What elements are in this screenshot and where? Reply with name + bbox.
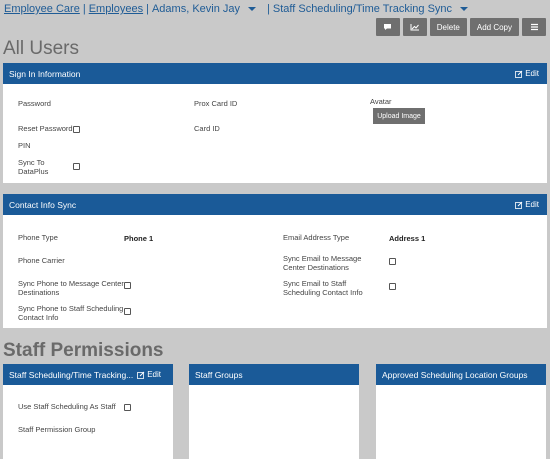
staff-groups-panel-title: Staff Groups — [195, 369, 243, 380]
breadcrumb-employee-name: Adams, Kevin Jay — [151, 3, 241, 15]
sync-email-staff-scheduling-checkbox[interactable] — [389, 283, 396, 290]
sign-in-edit-button[interactable]: Edit — [515, 69, 539, 78]
sync-email-message-center-label: Sync Email to Message Center Destination… — [283, 254, 362, 272]
phone-carrier-label: Phone Carrier — [18, 256, 65, 265]
card-id-label: Card ID — [194, 124, 220, 133]
contact-edit-label: Edit — [525, 200, 539, 209]
sync-email-staff-scheduling-label: Sync Email to Staff Scheduling Contact I… — [283, 279, 363, 297]
comment-icon — [384, 24, 392, 30]
delete-button[interactable]: Delete — [429, 18, 467, 36]
sign-in-panel: Sign In Information Edit Password Reset … — [3, 63, 547, 183]
sign-in-panel-title: Sign In Information — [9, 68, 81, 79]
edit-icon — [515, 201, 523, 209]
approved-groups-panel-header: Approved Scheduling Location Groups — [376, 364, 546, 385]
staff-scheduling-panel-title: Staff Scheduling/Time Tracking... — [9, 369, 134, 380]
contact-info-panel-title: Contact Info Sync — [9, 199, 77, 210]
prox-card-id-label: Prox Card ID — [194, 99, 238, 108]
contact-info-panel: Contact Info Sync Edit Phone Type Phone … — [3, 194, 547, 328]
sync-to-dataplus-label: Sync To DataPlus — [18, 158, 49, 176]
use-staff-scheduling-checkbox[interactable] — [124, 404, 131, 411]
breadcrumb-separator: | — [267, 3, 270, 15]
sync-phone-message-center-checkbox[interactable] — [124, 282, 131, 289]
sign-in-edit-label: Edit — [525, 69, 539, 78]
sync-phone-staff-scheduling-checkbox[interactable] — [124, 308, 131, 315]
staff-scheduling-panel-header: Staff Scheduling/Time Tracking... Edit — [3, 364, 173, 385]
sync-to-dataplus-checkbox[interactable] — [73, 163, 80, 170]
breadcrumb-employees[interactable]: Employees — [89, 3, 143, 15]
chart-icon — [410, 24, 419, 31]
staff-scheduling-edit-label: Edit — [147, 370, 161, 379]
contact-edit-button[interactable]: Edit — [515, 200, 539, 209]
contact-info-panel-header: Contact Info Sync Edit — [3, 194, 547, 215]
breadcrumb: Employee Care | Employees | Adams, Kevin… — [4, 1, 476, 17]
approved-groups-panel: Approved Scheduling Location Groups — [376, 364, 546, 459]
phone-type-value: Phone 1 — [124, 234, 154, 243]
breadcrumb-separator: | — [146, 3, 149, 15]
avatar-label: Avatar — [370, 97, 392, 106]
breadcrumb-employee-care[interactable]: Employee Care — [4, 3, 80, 15]
staff-permission-group-label: Staff Permission Group — [18, 425, 96, 434]
email-type-value: Address 1 — [389, 234, 426, 243]
sync-email-message-center-checkbox[interactable] — [389, 258, 396, 265]
staff-groups-panel-header: Staff Groups — [189, 364, 359, 385]
upload-image-button[interactable]: Upload Image — [373, 108, 425, 124]
use-staff-scheduling-label: Use Staff Scheduling As Staff — [18, 402, 116, 411]
approved-groups-panel-title: Approved Scheduling Location Groups — [382, 369, 528, 380]
toolbar: Delete Add Copy — [375, 18, 546, 36]
breadcrumb-current-page: Staff Scheduling/Time Tracking Sync — [272, 3, 453, 15]
sign-in-panel-header: Sign In Information Edit — [3, 63, 547, 84]
reset-password-label: Reset Password — [18, 124, 73, 133]
menu-button[interactable] — [522, 18, 546, 36]
staff-scheduling-edit-button[interactable]: Edit — [137, 370, 161, 379]
page-title: All Users — [3, 38, 80, 59]
reset-password-checkbox[interactable] — [73, 126, 80, 133]
edit-icon — [515, 70, 523, 78]
sync-phone-staff-scheduling-label: Sync Phone to Staff Scheduling Contact I… — [18, 304, 124, 322]
pin-label: PIN — [18, 141, 31, 150]
edit-icon — [137, 371, 145, 379]
add-copy-button[interactable]: Add Copy — [469, 18, 519, 36]
email-type-label: Email Address Type — [283, 233, 350, 242]
comments-button[interactable] — [375, 18, 400, 36]
staff-permissions-title: Staff Permissions — [3, 340, 164, 361]
chevron-down-icon[interactable] — [460, 7, 469, 11]
hamburger-icon — [530, 23, 538, 31]
chart-button[interactable] — [402, 18, 427, 36]
staff-scheduling-panel: Staff Scheduling/Time Tracking... Edit U… — [3, 364, 173, 459]
phone-type-label: Phone Type — [18, 233, 58, 242]
breadcrumb-separator: | — [82, 3, 86, 15]
chevron-down-icon[interactable] — [248, 7, 257, 11]
sync-phone-message-center-label: Sync Phone to Message Center Destination… — [18, 279, 124, 297]
staff-groups-panel: Staff Groups — [189, 364, 359, 459]
password-label: Password — [18, 99, 51, 108]
